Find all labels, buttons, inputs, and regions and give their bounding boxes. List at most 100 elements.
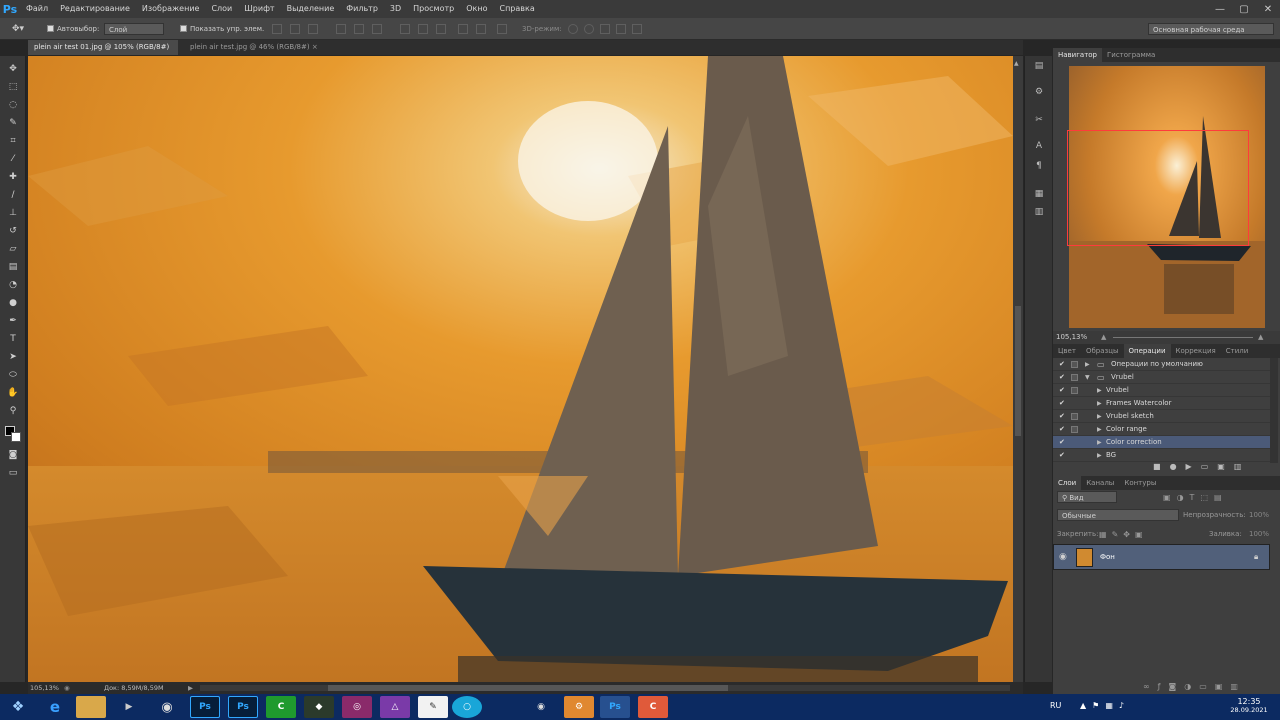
volume-icon[interactable]: ♪	[1119, 701, 1130, 710]
action-color-correction[interactable]: ✔ ▶ Color correction	[1053, 436, 1270, 449]
tab-color[interactable]: Цвет	[1053, 344, 1081, 358]
media-icon[interactable]: ▶	[114, 696, 144, 718]
blend-mode-select[interactable]: Обычные	[1057, 509, 1179, 521]
expand-icon[interactable]: ▶	[1097, 384, 1102, 397]
tray-arrow-icon[interactable]: ▲	[1080, 701, 1092, 710]
screen-mode-icon[interactable]: ▭	[6, 466, 20, 480]
pen-tool-icon[interactable]: ✒	[6, 314, 20, 328]
action-set-vrubel[interactable]: ✔ ▼ ▭ Vrubel	[1053, 371, 1270, 384]
collapse-icon[interactable]: ▼	[1085, 371, 1090, 384]
app-icon[interactable]: ◎	[342, 696, 372, 718]
shape-tool-icon[interactable]: ⬭	[6, 368, 20, 382]
healing-tool-icon[interactable]: ✚	[6, 170, 20, 184]
new-set-icon[interactable]: ▭	[1201, 462, 1218, 471]
move-tool-icon[interactable]: ✥	[6, 62, 20, 76]
workspace-select[interactable]: Основная рабочая среда	[1148, 23, 1274, 35]
status-menu-icon[interactable]: ▶	[188, 682, 193, 694]
status-icon[interactable]: ◉	[64, 682, 70, 694]
tab-styles[interactable]: Стили	[1221, 344, 1254, 358]
layer-row-background[interactable]: ◉ Фон 🔒︎	[1053, 544, 1270, 570]
tab-swatches[interactable]: Образцы	[1081, 344, 1124, 358]
tab-adjustments[interactable]: Коррекция	[1171, 344, 1221, 358]
scroll-up-icon[interactable]: ▲	[1014, 60, 1022, 68]
layer-comps-icon[interactable]: ▦	[1033, 188, 1045, 200]
c-icon[interactable]: C	[266, 696, 296, 718]
type-tool-icon[interactable]: T	[6, 332, 20, 346]
layer-filter-select[interactable]: ⚲ Вид	[1057, 491, 1117, 503]
move-tool-icon[interactable]: ✥▾	[12, 23, 24, 35]
trash-icon[interactable]: ▥	[1230, 682, 1246, 691]
close-button[interactable]: ✕	[1256, 0, 1280, 18]
distribute-icon[interactable]	[354, 24, 364, 34]
doc-icon[interactable]: ✎	[418, 696, 448, 718]
show-controls-checkbox[interactable]: Показать упр. элем.	[180, 23, 264, 35]
type-filter-icon[interactable]: T	[1190, 493, 1201, 502]
3d-slide-icon[interactable]	[616, 24, 626, 34]
dialog-toggle-icon[interactable]	[1071, 426, 1078, 433]
menu-3d[interactable]: 3D	[384, 0, 407, 18]
dialog-toggle-icon[interactable]	[1071, 374, 1078, 381]
expand-icon[interactable]: ▶	[1097, 410, 1102, 423]
expand-icon[interactable]: ▶	[1097, 449, 1102, 462]
ps-icon[interactable]: Ps	[600, 696, 630, 718]
new-layer-icon[interactable]: ▣	[1215, 682, 1231, 691]
stamp-tool-icon[interactable]: ⊥	[6, 206, 20, 220]
dialog-toggle-icon[interactable]	[1071, 387, 1078, 394]
adjustment-icon[interactable]: ◑	[1184, 682, 1199, 691]
ps-icon[interactable]: Ps	[228, 696, 258, 718]
tab-navigator[interactable]: Навигатор	[1053, 48, 1102, 62]
expand-icon[interactable]: ▶	[1097, 423, 1102, 436]
tab-plein-air-test-01[interactable]: plein air test 01.jpg @ 105% (RGB/8#) * …	[28, 40, 178, 66]
3d-pan-icon[interactable]	[600, 24, 610, 34]
distribute-icon[interactable]	[372, 24, 382, 34]
clock[interactable]: 12:35 28.09.2021	[1226, 697, 1272, 714]
autoselect-checkbox[interactable]: Автовыбор:	[47, 23, 99, 35]
maximize-button[interactable]: ▢	[1232, 0, 1256, 18]
tool-icon[interactable]: ⚙	[564, 696, 594, 718]
align-top-icon[interactable]	[272, 24, 282, 34]
lock-all-icon[interactable]: ▣	[1135, 530, 1148, 539]
auto-align-icon[interactable]	[497, 24, 507, 34]
path-select-icon[interactable]: ➤	[6, 350, 20, 364]
eyedropper-tool-icon[interactable]: ⁄	[6, 152, 20, 166]
scrollbar-thumb[interactable]	[328, 685, 728, 691]
distribute-icon[interactable]	[400, 24, 410, 34]
stop-icon[interactable]: ■	[1153, 462, 1170, 471]
distribute-icon[interactable]	[458, 24, 468, 34]
marquee-tool-icon[interactable]: ⬚	[6, 80, 20, 94]
vector-icon[interactable]: △	[380, 696, 410, 718]
action-frames-watercolor[interactable]: ✔ ▶ Frames Watercolor	[1053, 397, 1270, 410]
menu-select[interactable]: Выделение	[281, 0, 341, 18]
explorer-icon[interactable]	[76, 696, 106, 718]
3d-scale-icon[interactable]	[632, 24, 642, 34]
autoselect-select[interactable]: Слой	[104, 23, 164, 35]
vertical-scrollbar[interactable]: ▲	[1013, 56, 1023, 682]
action-bg[interactable]: ✔ ▶ BG	[1053, 449, 1270, 462]
menu-filter[interactable]: Фильтр	[340, 0, 384, 18]
menu-type[interactable]: Шрифт	[238, 0, 280, 18]
blur-tool-icon[interactable]: ◔	[6, 278, 20, 292]
fill-value[interactable]: 100%	[1249, 528, 1269, 540]
dodge-tool-icon[interactable]: ●	[6, 296, 20, 310]
3d-rotate-icon[interactable]	[568, 24, 578, 34]
tab-histogram[interactable]: Гистограмма	[1102, 48, 1160, 62]
menu-help[interactable]: Справка	[493, 0, 540, 18]
c-icon[interactable]: C	[638, 696, 668, 718]
menu-layers[interactable]: Слои	[205, 0, 238, 18]
browser-icon[interactable]: ○	[452, 696, 482, 718]
tab-channels[interactable]: Каналы	[1081, 476, 1119, 490]
background-color-swatch[interactable]	[11, 432, 21, 442]
dialog-toggle-icon[interactable]	[1071, 361, 1078, 368]
shape-filter-icon[interactable]: ⬚	[1200, 493, 1214, 502]
flag-icon[interactable]: ⚑	[1092, 701, 1105, 710]
scrollbar-thumb[interactable]	[1015, 306, 1021, 436]
link-icon[interactable]: ∞	[1143, 682, 1158, 691]
gradient-tool-icon[interactable]: ▤	[6, 260, 20, 274]
menu-edit[interactable]: Редактирование	[54, 0, 136, 18]
eraser-tool-icon[interactable]: ▱	[6, 242, 20, 256]
ie-icon[interactable]: e	[40, 696, 70, 718]
lasso-tool-icon[interactable]: ◌	[6, 98, 20, 112]
distribute-icon[interactable]	[476, 24, 486, 34]
plugin-icon[interactable]: ◆	[304, 696, 334, 718]
align-middle-icon[interactable]	[290, 24, 300, 34]
